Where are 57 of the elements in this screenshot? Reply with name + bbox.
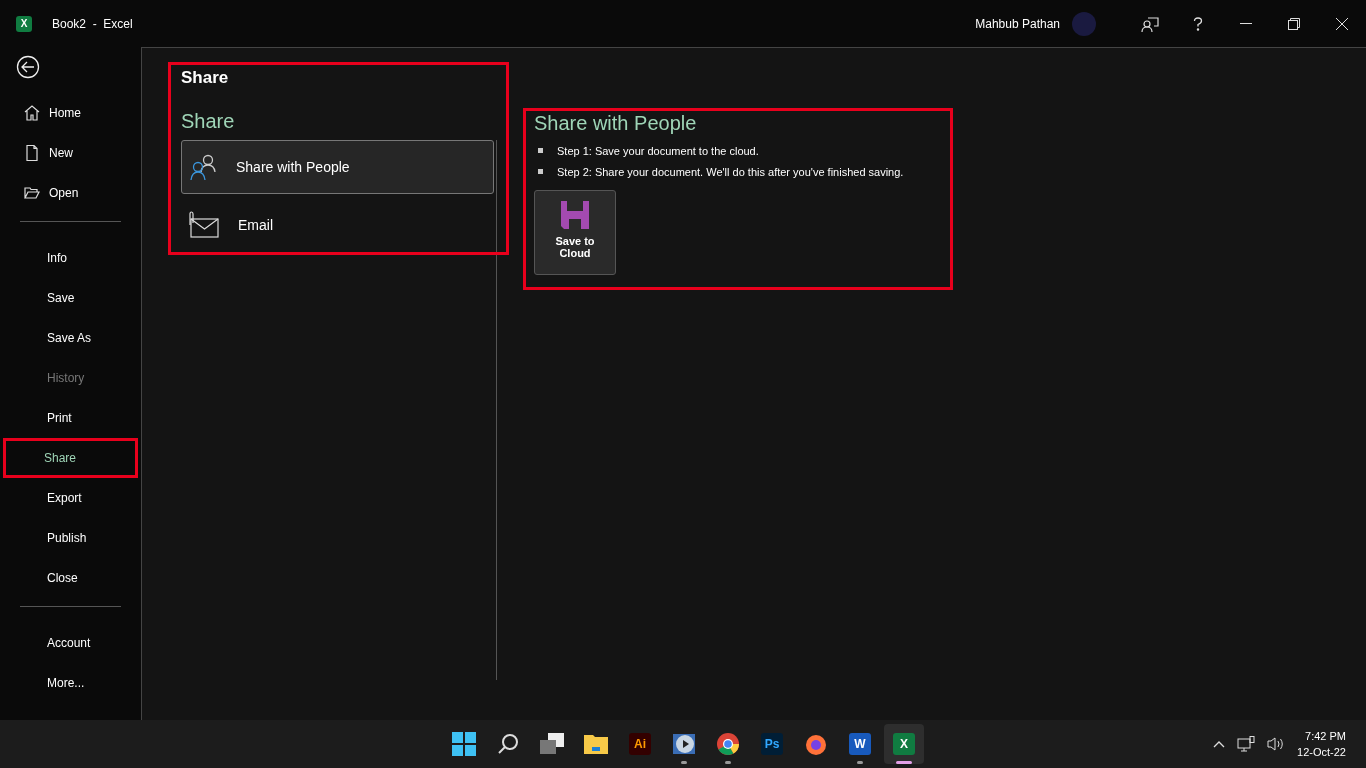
clock-date[interactable]: 12-Oct-22 (1297, 746, 1346, 758)
sidebar-item[interactable]: Share (3, 438, 138, 478)
sidebar-item[interactable]: More... (0, 663, 141, 703)
save-to-cloud-button[interactable]: Save to Cloud (534, 190, 616, 275)
option-label: Email (238, 217, 273, 233)
sidebar-item[interactable]: New (0, 133, 141, 173)
sidebar-item[interactable]: Open (0, 173, 141, 213)
running-indicator (681, 761, 687, 764)
running-indicator (857, 761, 863, 764)
step-text: Step 2: Share your document. We'll do this after you've finished saving. (557, 165, 904, 178)
share-option[interactable]: Share with People (181, 140, 494, 194)
folder-icon (23, 184, 41, 202)
detail-heading: Share with People (534, 112, 698, 136)
step-text: Step 1: Save your document to the cloud. (557, 144, 759, 157)
window-title: Book2 - Excel (52, 16, 133, 31)
bullet-icon (538, 148, 543, 153)
email-icon (188, 211, 220, 239)
section-heading: Share (181, 110, 236, 134)
speaker-icon[interactable] (1267, 736, 1286, 752)
app-logo-icon: W (849, 733, 871, 755)
option-label: Share with People (236, 159, 350, 175)
folder-icon (583, 732, 609, 756)
sidebar-item[interactable]: Print (0, 398, 141, 438)
sidebar-item[interactable]: Close (0, 558, 141, 598)
bullet-icon (538, 169, 543, 174)
app-logo-icon: Ps (761, 733, 783, 755)
sidebar-item[interactable]: Home (0, 93, 141, 133)
windows-logo-icon (452, 732, 476, 756)
taskbar-app[interactable]: X (884, 724, 924, 764)
taskbar-app[interactable]: Ps (752, 724, 792, 764)
sidebar-item[interactable]: Account (0, 623, 141, 663)
clock-time[interactable]: 7:42 PM (1305, 730, 1346, 742)
task-view-icon (539, 732, 565, 756)
network-icon[interactable] (1237, 736, 1256, 752)
chevron-up-icon[interactable] (1213, 740, 1226, 748)
disc-player-icon (672, 732, 696, 756)
running-indicator (725, 761, 731, 764)
taskbar-app[interactable]: Ai (620, 724, 660, 764)
excel-logo-icon: X (16, 15, 32, 32)
user-name[interactable]: Mahbub Pathan (975, 16, 1060, 31)
app-logo-icon: X (893, 733, 915, 755)
people-icon (188, 152, 218, 182)
share-option[interactable]: Email (181, 198, 494, 252)
sidebar-item[interactable]: Info (0, 238, 141, 278)
sidebar-item[interactable]: Export (0, 478, 141, 518)
sidebar-item[interactable]: Save (0, 278, 141, 318)
app-logo-icon: Ai (629, 733, 651, 755)
home-icon (23, 104, 41, 122)
taskbar-app[interactable]: W (840, 724, 880, 764)
sidebar-item[interactable]: Publish (0, 518, 141, 558)
search-icon (496, 732, 520, 756)
back-icon[interactable] (16, 55, 40, 79)
running-indicator (896, 761, 912, 764)
document-icon (23, 144, 41, 162)
page-title: Share (181, 68, 230, 89)
chrome-icon (716, 732, 740, 756)
sidebar-item[interactable]: Save As (0, 318, 141, 358)
